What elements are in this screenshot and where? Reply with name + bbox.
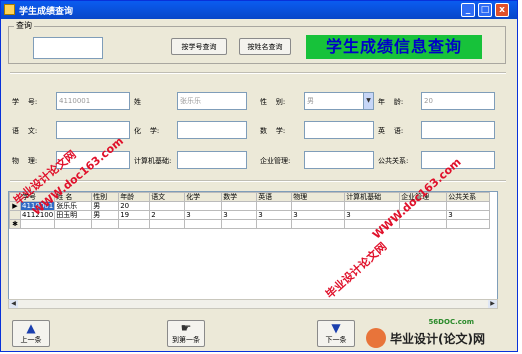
arrow-down-icon: ▼ <box>331 321 341 335</box>
row-selector[interactable] <box>9 210 21 220</box>
cell[interactable] <box>91 219 120 229</box>
window-title: 学生成绩查询 <box>19 7 74 17</box>
student-id-label: 学 号: <box>12 98 38 106</box>
next-record-button[interactable]: ▼ 下一条 <box>317 320 355 347</box>
logo-text: 毕业设计(论文)网 <box>390 332 485 346</box>
logo-badge-icon <box>366 328 386 348</box>
age-label: 年 龄: <box>378 98 404 106</box>
scroll-right-icon[interactable]: ▶ <box>488 300 497 308</box>
horizontal-scrollbar[interactable]: ◀ ▶ <box>8 299 498 309</box>
english-label: 英 语: <box>378 127 404 135</box>
scroll-left-icon[interactable]: ◀ <box>9 300 18 308</box>
computer-basics-label: 计算机基础: <box>134 157 172 165</box>
pointer-icon: ☛ <box>180 321 192 335</box>
title-bar: 学生成绩查询 _ □ x <box>1 1 517 19</box>
col-header-english[interactable]: 英语 <box>256 192 293 202</box>
table-row[interactable]: 4112100 田玉明 男 19 2 3 3 3 3 3 3 <box>9 210 491 220</box>
cell[interactable]: 男 <box>91 210 120 220</box>
query-by-name-button[interactable]: 按姓名查询 <box>239 38 291 55</box>
student-id-field[interactable]: 4110001 <box>56 92 130 110</box>
name-field[interactable]: 张乐乐 <box>177 92 247 110</box>
cell[interactable] <box>291 201 346 211</box>
scores-grid[interactable]: 学号 姓 名 性别 年龄 语文 化学 数学 英语 物理 计算机基础 企业管理 公… <box>8 191 498 301</box>
chinese-label: 语 文: <box>12 127 38 135</box>
cell[interactable] <box>54 219 93 229</box>
gender-value: 男 <box>307 97 314 105</box>
computer-basics-score-field[interactable] <box>177 151 247 169</box>
cell[interactable] <box>256 219 293 229</box>
chevron-down-icon[interactable]: ▼ <box>363 93 373 109</box>
arrow-up-icon: ▲ <box>26 321 36 335</box>
age-field[interactable]: 20 <box>421 92 495 110</box>
query-by-id-button[interactable]: 按学号查询 <box>171 38 227 55</box>
first-record-button[interactable]: ☛ 到第一条 <box>167 320 205 347</box>
cell[interactable] <box>19 219 56 229</box>
page-title-banner: 学生成绩信息查询 <box>306 35 482 59</box>
cell[interactable] <box>221 219 258 229</box>
col-header-age[interactable]: 年龄 <box>118 192 151 202</box>
next-record-label: 下一条 <box>325 336 347 344</box>
cell[interactable] <box>149 201 186 211</box>
english-score-field[interactable] <box>421 121 495 139</box>
prev-record-label: 上一条 <box>20 336 42 344</box>
col-header-chinese[interactable]: 语文 <box>149 192 186 202</box>
col-header-public-relations[interactable]: 公共关系 <box>446 192 491 202</box>
cell[interactable] <box>184 219 223 229</box>
cell[interactable]: 3 <box>256 210 293 220</box>
query-group-label: 查询 <box>14 20 34 31</box>
cell[interactable]: 男 <box>91 201 120 211</box>
cell[interactable] <box>118 219 151 229</box>
cell[interactable]: 19 <box>118 210 151 220</box>
cell[interactable]: 3 <box>446 210 491 220</box>
cell[interactable] <box>184 201 223 211</box>
cell[interactable] <box>344 201 401 211</box>
col-header-math[interactable]: 数学 <box>221 192 258 202</box>
cell[interactable] <box>221 201 258 211</box>
math-label: 数 学: <box>260 127 286 135</box>
cell[interactable] <box>446 201 491 211</box>
new-row-icon[interactable]: ✱ <box>9 219 21 229</box>
close-button[interactable]: x <box>495 3 509 17</box>
cell[interactable] <box>291 219 346 229</box>
maximize-button[interactable]: □ <box>478 3 492 17</box>
cell[interactable]: 3 <box>221 210 258 220</box>
prev-record-button[interactable]: ▲ 上一条 <box>12 320 50 347</box>
app-icon <box>4 4 15 15</box>
cell[interactable]: 张乐乐 <box>54 201 93 211</box>
col-header-gender[interactable]: 性别 <box>91 192 120 202</box>
cell[interactable] <box>149 219 186 229</box>
logo-url: 56DOC.com <box>428 318 474 326</box>
minimize-button[interactable]: _ <box>461 3 475 17</box>
cell[interactable]: 20 <box>118 201 151 211</box>
cell[interactable]: 3 <box>184 210 223 220</box>
cell[interactable] <box>446 219 491 229</box>
query-input[interactable] <box>33 37 103 59</box>
management-label: 企业管理: <box>260 157 291 165</box>
gender-select[interactable]: 男 ▼ <box>304 92 374 110</box>
col-header-physics[interactable]: 物理 <box>291 192 346 202</box>
gender-label: 性 别: <box>260 98 286 106</box>
col-header-chemistry[interactable]: 化学 <box>184 192 223 202</box>
table-row-new[interactable]: ✱ <box>9 219 491 229</box>
cell[interactable] <box>256 201 293 211</box>
cell[interactable]: 2 <box>149 210 186 220</box>
chemistry-label: 化 学: <box>134 127 160 135</box>
physics-label: 物 理: <box>12 157 38 165</box>
name-label: 姓 <box>134 98 141 106</box>
cell[interactable]: 田玉明 <box>54 210 93 220</box>
management-score-field[interactable] <box>304 151 374 169</box>
chemistry-score-field[interactable] <box>177 121 247 139</box>
col-header-computer-basics[interactable]: 计算机基础 <box>344 192 401 202</box>
first-record-label: 到第一条 <box>172 336 200 344</box>
cell[interactable]: 3 <box>291 210 346 220</box>
math-score-field[interactable] <box>304 121 374 139</box>
public-relations-label: 公共关系: <box>378 157 409 165</box>
site-logo: 56DOC.com 毕业设计(论文)网 <box>366 318 516 352</box>
divider <box>10 72 506 74</box>
cell[interactable] <box>399 219 448 229</box>
